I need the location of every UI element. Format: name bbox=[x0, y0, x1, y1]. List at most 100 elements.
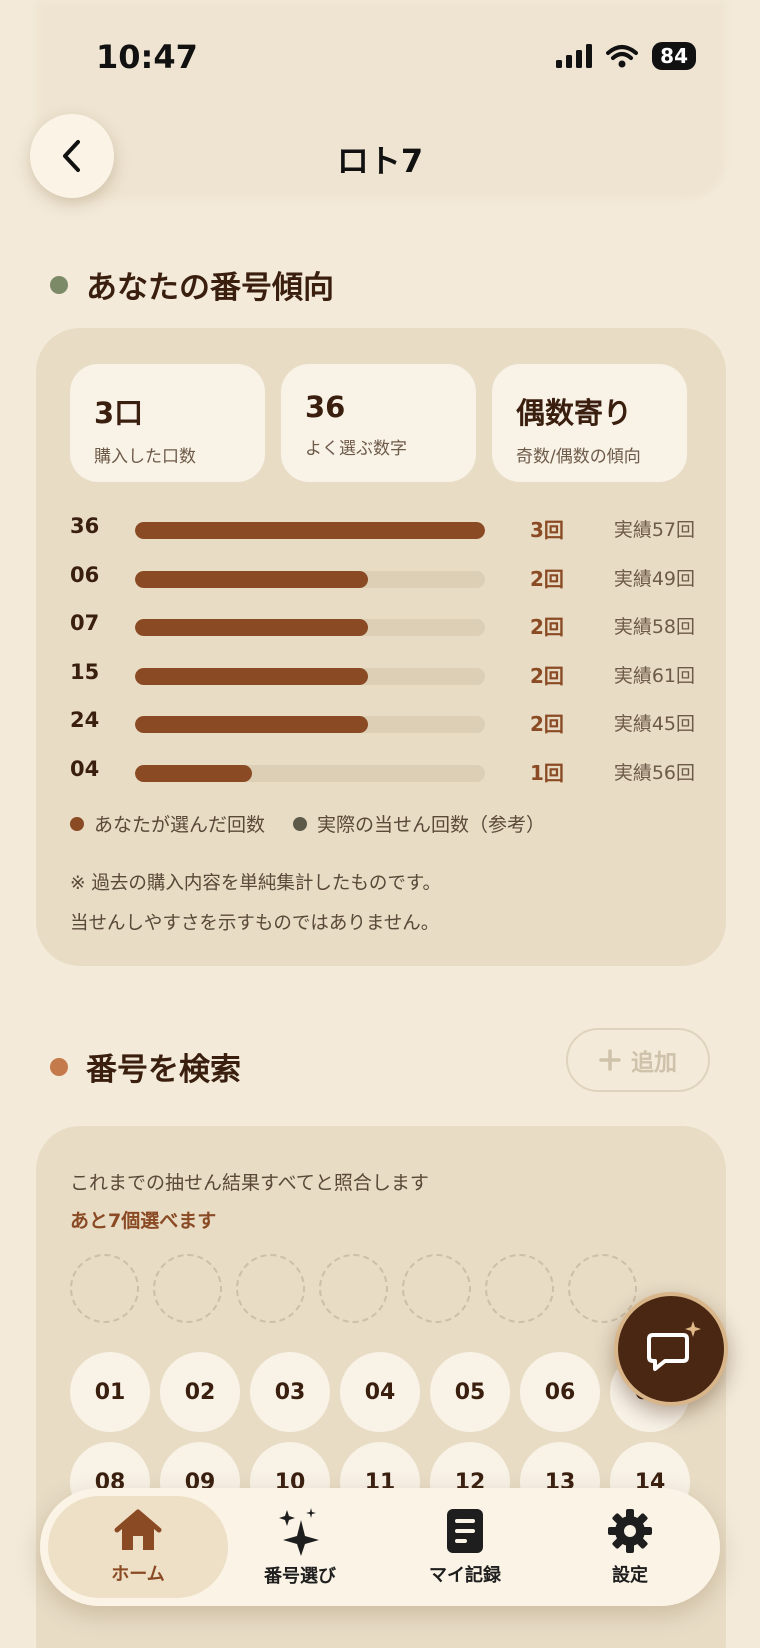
bar-count: 2回 bbox=[530, 663, 564, 688]
number-ball[interactable]: 01 bbox=[70, 1352, 150, 1432]
bar-actual: 実績57回 bbox=[613, 519, 695, 541]
add-button-label: 追加 bbox=[631, 1050, 677, 1076]
tab-home-label: ホーム bbox=[111, 1564, 165, 1585]
note-line-1: ※ 過去の購入内容を単純集計したものです。 bbox=[70, 873, 442, 894]
trend-section-title: あなたの番号傾向 bbox=[50, 262, 334, 307]
tab-number-pick-label: 番号選び bbox=[264, 1566, 336, 1587]
bar-number: 24 bbox=[70, 708, 100, 732]
bar-number: 07 bbox=[70, 611, 100, 635]
stat-favorite-number: 36 よく選ぶ数字 bbox=[281, 364, 476, 482]
legend-dot-actual bbox=[293, 816, 308, 831]
chat-sparkle-icon bbox=[647, 1321, 701, 1371]
tab-number-pick[interactable]: 番号選び bbox=[210, 1496, 390, 1598]
trend-section-dot bbox=[50, 275, 68, 294]
bar-track bbox=[135, 667, 485, 685]
empty-slot bbox=[70, 1254, 139, 1323]
bar-track bbox=[135, 619, 485, 636]
bar-fill bbox=[135, 764, 252, 782]
remaining-count: あと7個選べます bbox=[70, 1210, 217, 1232]
bar-track bbox=[135, 716, 485, 733]
page-title: ロト7 bbox=[336, 142, 424, 180]
number-ball[interactable]: 02 bbox=[160, 1352, 240, 1432]
number-ball[interactable]: 04 bbox=[340, 1352, 420, 1432]
status-time: 10:47 bbox=[96, 38, 198, 76]
note-line-2: 当せんしやすさを示すものではありません。 bbox=[70, 913, 440, 934]
bar-number: 04 bbox=[70, 756, 100, 781]
number-ball[interactable]: 05 bbox=[430, 1352, 510, 1432]
search-description: これまでの抽せん結果すべてと照合します bbox=[70, 1172, 429, 1194]
bar-actual: 実績58回 bbox=[613, 616, 695, 638]
stat-row: 3口 購入した口数 36 よく選ぶ数字 偶数寄り 奇数/偶数の傾向 bbox=[70, 364, 687, 482]
bar-count: 2回 bbox=[530, 712, 564, 736]
bar-actual: 実績56回 bbox=[613, 761, 695, 784]
signal-icon bbox=[556, 44, 593, 68]
bar-track bbox=[135, 764, 485, 782]
frequency-row: 15 2回 実績61回 bbox=[70, 652, 695, 701]
bar-number: 06 bbox=[70, 562, 100, 587]
search-section-dot bbox=[50, 1057, 68, 1076]
bar-number: 15 bbox=[70, 659, 100, 684]
legend-actual-label: 実際の当せん回数（参考） bbox=[317, 814, 546, 836]
bottom-tab-bar: ホーム 番号選び マイ記録 設定 bbox=[40, 1488, 720, 1606]
legend-dot-mine bbox=[70, 816, 84, 831]
bar-actual: 実績49回 bbox=[613, 567, 695, 590]
gear-icon bbox=[608, 1509, 652, 1553]
bar-count: 3回 bbox=[530, 518, 564, 542]
stat-label: 購入した口数 bbox=[94, 447, 196, 467]
status-icons: 84 bbox=[556, 42, 696, 70]
frequency-row: 24 2回 実績45回 bbox=[70, 700, 695, 749]
stat-purchased: 3口 購入した口数 bbox=[70, 364, 265, 482]
legend-mine-label: あなたが選んだ回数 bbox=[94, 814, 266, 836]
empty-slot bbox=[153, 1254, 222, 1323]
stat-value: 3口 bbox=[94, 396, 144, 430]
plus-icon bbox=[599, 1049, 621, 1071]
empty-slot bbox=[236, 1254, 305, 1323]
search-section-title: 番号を検索 bbox=[50, 1044, 241, 1089]
search-title-text: 番号を検索 bbox=[86, 1052, 241, 1088]
stat-label: 奇数/偶数の傾向 bbox=[516, 447, 641, 467]
tab-settings-label: 設定 bbox=[612, 1565, 648, 1586]
frequency-bars: 36 3回 実績57回 06 2回 実績49回 07 2回 実績58回 15 2… bbox=[70, 506, 695, 797]
legend-mine: あなたが選んだ回数 bbox=[70, 810, 265, 837]
stat-value: 偶数寄り bbox=[516, 396, 633, 430]
home-icon bbox=[114, 1509, 162, 1550]
frequency-row: 04 1回 実績56回 bbox=[70, 749, 695, 798]
bar-fill bbox=[135, 570, 369, 588]
trend-title-text: あなたの番号傾向 bbox=[86, 270, 334, 306]
number-ball[interactable]: 03 bbox=[250, 1352, 330, 1432]
bar-actual: 実績61回 bbox=[613, 664, 695, 687]
bar-fill bbox=[135, 522, 485, 539]
tab-home[interactable]: ホーム bbox=[48, 1496, 228, 1598]
bar-fill bbox=[135, 619, 369, 636]
empty-slot bbox=[319, 1254, 388, 1323]
bar-actual: 実績45回 bbox=[613, 713, 695, 735]
bar-count: 2回 bbox=[530, 566, 564, 591]
stat-odd-even: 偶数寄り 奇数/偶数の傾向 bbox=[492, 364, 687, 482]
empty-slot bbox=[485, 1254, 554, 1323]
bar-number: 36 bbox=[70, 514, 100, 538]
status-bar: 10:47 84 bbox=[0, 0, 760, 110]
add-button[interactable]: 追加 bbox=[566, 1028, 710, 1092]
bar-count: 2回 bbox=[530, 615, 564, 639]
notebook-icon bbox=[447, 1509, 483, 1553]
empty-slot bbox=[402, 1254, 471, 1323]
trend-card: 3口 購入した口数 36 よく選ぶ数字 偶数寄り 奇数/偶数の傾向 36 3回 … bbox=[36, 328, 726, 966]
frequency-row: 36 3回 実績57回 bbox=[70, 506, 695, 555]
bar-fill bbox=[135, 716, 369, 733]
stat-value: 36 bbox=[305, 390, 346, 424]
chat-fab-button[interactable] bbox=[614, 1292, 728, 1406]
sparkles-icon bbox=[279, 1508, 319, 1556]
bar-track bbox=[135, 570, 485, 588]
bar-count: 1回 bbox=[530, 760, 564, 785]
bar-track bbox=[135, 522, 485, 539]
tab-my-records[interactable]: マイ記録 bbox=[375, 1496, 555, 1598]
bar-fill bbox=[135, 667, 369, 685]
number-ball[interactable]: 06 bbox=[520, 1352, 600, 1432]
tab-settings[interactable]: 設定 bbox=[540, 1496, 720, 1598]
wifi-icon bbox=[606, 45, 639, 68]
legend-actual: 実際の当せん回数（参考） bbox=[293, 810, 545, 837]
frequency-row: 06 2回 実績49回 bbox=[70, 555, 695, 604]
bars-legend: あなたが選んだ回数 実際の当せん回数（参考） bbox=[70, 810, 545, 837]
selected-slots bbox=[70, 1254, 637, 1323]
battery-indicator: 84 bbox=[652, 42, 696, 70]
